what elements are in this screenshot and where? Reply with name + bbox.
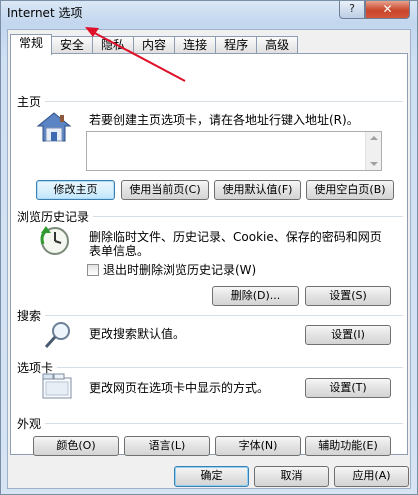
address-scrollbar[interactable] — [365, 132, 381, 170]
tabs-description: 更改网页在选项卡中显示的方式。 — [89, 381, 270, 395]
history-heading: 浏览历史记录 — [17, 208, 94, 225]
history-settings-button[interactable]: 设置(S) — [305, 286, 391, 306]
homepage-address-input[interactable] — [86, 131, 382, 171]
history-description-line1: 删除临时文件、历史记录、Cookie、保存的密码和网页 — [89, 230, 382, 244]
colors-button[interactable]: 颜色(O) — [33, 436, 119, 456]
divider — [17, 367, 403, 368]
scroll-down-arrow-icon[interactable] — [370, 162, 378, 166]
delete-on-exit-label[interactable]: 退出时删除浏览历史记录(W) — [103, 263, 256, 277]
history-clock-icon — [40, 226, 69, 255]
search-heading: 搜索 — [17, 307, 46, 324]
tabs-icon — [42, 373, 72, 399]
divider — [17, 101, 403, 102]
magnifier-icon — [44, 322, 70, 349]
dialog-client: 常规 安全 隐私 内容 连接 程序 高级 主页 若要创建主页选项卡，请在各地址行… — [7, 29, 411, 489]
tab-general[interactable]: 常规 — [10, 34, 53, 55]
tab-strip: 常规 安全 隐私 内容 连接 程序 高级 — [10, 34, 299, 55]
close-button[interactable]: ✕ — [365, 1, 410, 19]
history-description-line2: 表单信息。 — [89, 244, 150, 258]
fonts-button[interactable]: 字体(N) — [215, 436, 301, 456]
delete-history-button[interactable]: 删除(D)... — [212, 286, 299, 306]
homepage-heading: 主页 — [17, 93, 46, 110]
tabs-settings-button[interactable]: 设置(T) — [305, 378, 391, 398]
use-default-button[interactable]: 使用默认值(F) — [214, 180, 301, 200]
appearance-heading: 外观 — [17, 415, 46, 432]
tab-privacy[interactable]: 隐私 — [92, 36, 135, 54]
tab-connections[interactable]: 连接 — [174, 36, 217, 54]
tab-content[interactable]: 内容 — [133, 36, 176, 54]
tab-programs[interactable]: 程序 — [215, 36, 258, 54]
languages-button[interactable]: 语言(L) — [124, 436, 210, 456]
help-button[interactable]: ? — [339, 1, 365, 19]
accessibility-button[interactable]: 辅助功能(E) — [305, 436, 391, 456]
general-panel: 主页 若要创建主页选项卡，请在各地址行键入地址(R)。 修改主页 使用当前页(C… — [10, 53, 408, 456]
apply-button[interactable]: 应用(A) — [334, 466, 409, 487]
scroll-up-arrow-icon[interactable] — [370, 136, 378, 140]
tab-advanced[interactable]: 高级 — [256, 36, 299, 54]
homepage-description: 若要创建主页选项卡，请在各地址行键入地址(R)。 — [89, 113, 359, 127]
search-settings-button[interactable]: 设置(I) — [305, 325, 391, 345]
window-title: Internet 选项 — [7, 6, 83, 20]
use-blank-button[interactable]: 使用空白页(B) — [306, 180, 394, 200]
tab-security[interactable]: 安全 — [51, 36, 94, 54]
internet-options-window: Internet 选项 ? ✕ 常规 安全 隐私 内容 连接 程序 高级 主页 … — [0, 0, 418, 495]
ok-button[interactable]: 确定 — [174, 466, 249, 487]
divider — [17, 423, 403, 424]
divider — [17, 315, 403, 316]
house-icon — [36, 112, 72, 142]
modify-homepage-button[interactable]: 修改主页 — [36, 180, 115, 200]
cancel-button[interactable]: 取消 — [254, 466, 329, 487]
title-bar[interactable]: Internet 选项 ? ✕ — [1, 1, 417, 23]
use-current-button[interactable]: 使用当前页(C) — [121, 180, 209, 200]
delete-on-exit-checkbox[interactable] — [87, 264, 99, 276]
search-description: 更改搜索默认值。 — [89, 327, 186, 341]
